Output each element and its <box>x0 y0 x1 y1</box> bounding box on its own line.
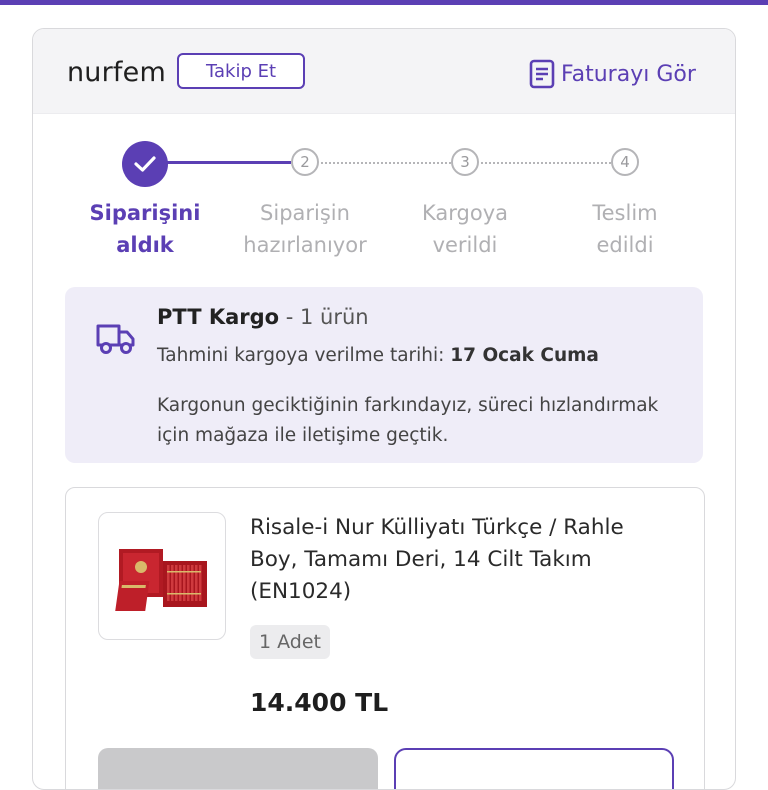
step-label-line: Teslim <box>592 201 658 225</box>
check-icon <box>122 141 168 187</box>
step-2-node: 2 <box>291 148 319 176</box>
product-item: Risale-i Nur Külliyatı Türkçe / Rahle Bo… <box>65 487 705 789</box>
seller-name[interactable]: nurfem <box>67 57 166 88</box>
follow-button[interactable]: Takip Et <box>177 53 305 89</box>
top-accent-bar <box>0 0 768 5</box>
step-4-label: Teslim edildi <box>540 197 710 261</box>
step-3-node: 3 <box>451 148 479 176</box>
step-label-line: verildi <box>432 233 498 257</box>
primary-action-button[interactable] <box>394 748 674 789</box>
step-label-line: hazırlanıyor <box>243 233 367 257</box>
estimated-ship-date: Tahmini kargoya verilme tarihi: 17 Ocak … <box>157 345 599 366</box>
product-name[interactable]: Risale-i Nur Külliyatı Türkçe / Rahle Bo… <box>250 512 670 608</box>
step-number: 2 <box>291 148 319 176</box>
step-3-label: Kargoya verildi <box>380 197 550 261</box>
step-1-node <box>122 141 168 187</box>
step-label-line: edildi <box>596 233 654 257</box>
seller-header: nurfem Takip Et Faturayı Gör <box>33 29 735 114</box>
carrier-line: PTT Kargo - 1 ürün <box>157 305 369 329</box>
step-label-line: Kargoya <box>421 201 508 225</box>
eta-label: Tahmini kargoya verilme tarihi: <box>157 345 451 366</box>
truck-icon <box>96 324 135 354</box>
step-2-label: Siparişin hazırlanıyor <box>220 197 390 261</box>
shipping-info-box: PTT Kargo - 1 ürün Tahmini kargoya veril… <box>65 287 703 463</box>
step-4-node: 4 <box>611 148 639 176</box>
order-card: nurfem Takip Et Faturayı Gör 2 3 4 Sipar… <box>32 28 736 790</box>
step-number: 3 <box>451 148 479 176</box>
delay-notice: Kargonun geciktiğinin farkındayız, sürec… <box>157 395 659 446</box>
eta-date: 17 Ocak Cuma <box>450 345 599 366</box>
invoice-label: Faturayı Gör <box>561 61 696 87</box>
book-set-image <box>115 549 207 611</box>
view-invoice-link[interactable]: Faturayı Gör <box>529 57 696 91</box>
order-progress-stepper: 2 3 4 Siparişini aldık Siparişin hazırla… <box>33 141 735 291</box>
carrier-name: PTT Kargo <box>157 305 280 329</box>
product-image[interactable] <box>98 512 226 640</box>
step-connector <box>163 161 291 164</box>
step-label-line: Siparişini <box>89 201 201 225</box>
step-label-line: aldık <box>116 233 174 257</box>
invoice-icon <box>529 59 555 89</box>
step-number: 4 <box>611 148 639 176</box>
secondary-action-button[interactable] <box>98 748 378 789</box>
product-price: 14.400 TL <box>250 688 389 717</box>
step-1-label: Siparişini aldık <box>60 197 230 261</box>
quantity-badge: 1 Adet <box>250 625 330 659</box>
step-connector <box>321 162 451 164</box>
item-count: - 1 ürün <box>279 305 369 329</box>
step-connector <box>481 162 611 164</box>
step-label-line: Siparişin <box>260 201 350 225</box>
